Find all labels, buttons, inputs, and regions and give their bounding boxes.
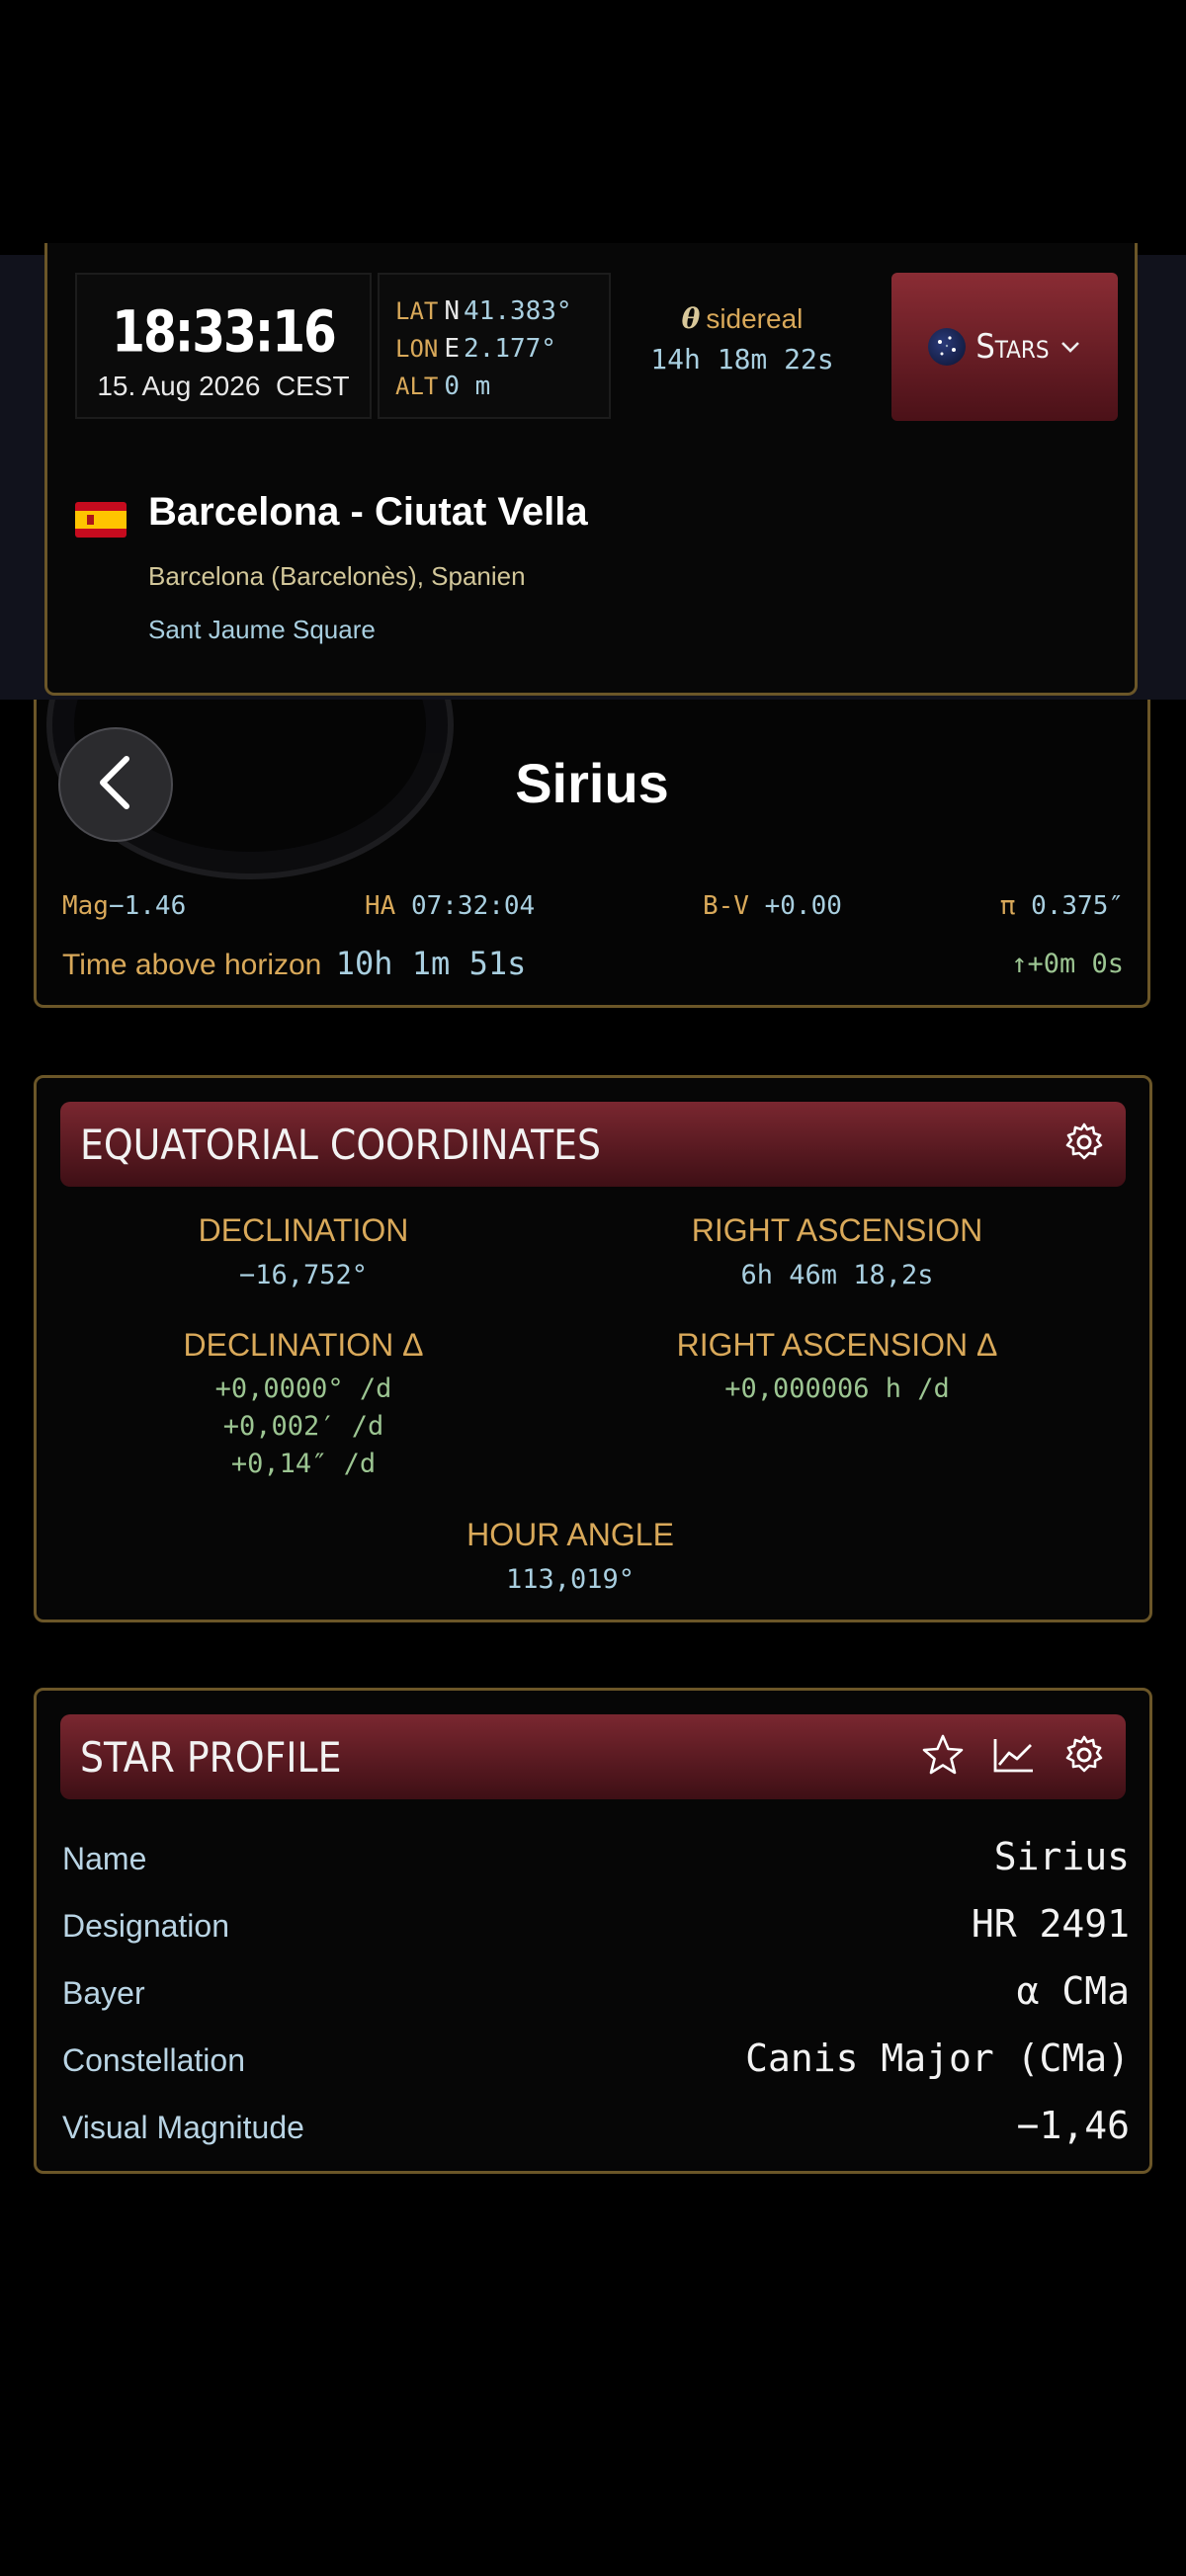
clock-time: 18:33:16	[112, 297, 337, 366]
flag-spain-icon	[75, 502, 127, 538]
observer-panel: 18:33:16 15. Aug 2026 CEST LAT N 41.383° L…	[44, 243, 1138, 696]
sidereal-label: θ sidereal	[619, 302, 866, 335]
bv-label: B-V	[703, 891, 749, 921]
lon-dir: E	[444, 334, 461, 364]
equatorial-card-header: EQUATORIAL COORDINATES	[60, 1102, 1126, 1187]
profile-key: Constellation	[62, 2042, 245, 2078]
gear-icon[interactable]	[1062, 1733, 1106, 1782]
lon-value: 2.177°	[464, 334, 556, 364]
geo-coordinates[interactable]: LAT N 41.383° LON E 2.177° ALT 0 m	[378, 273, 611, 419]
star-favorite-icon[interactable]	[920, 1733, 966, 1782]
chevron-down-icon	[1059, 334, 1081, 360]
theta-symbol: θ	[681, 302, 701, 335]
star-profile-card: STAR PROFILE Name Sirius Designation HR …	[34, 1688, 1152, 2174]
location-place: Sant Jaume Square	[148, 615, 376, 644]
time-above-label: Time above horizon	[62, 949, 322, 981]
lat-label: LAT	[395, 297, 439, 325]
clock-date: 15. Aug 2026 CEST	[77, 371, 370, 402]
declination-delta-values: +0,0000° /d +0,002′ /d +0,14″ /d	[37, 1371, 570, 1483]
profile-title: STAR PROFILE	[80, 1732, 342, 1782]
profile-key: Name	[62, 1841, 147, 1876]
parallax-stat: π 0.375″	[1000, 891, 1124, 921]
gear-icon[interactable]	[1062, 1121, 1106, 1169]
sidereal-time: θ sidereal 14h 18m 22s	[619, 273, 866, 419]
profile-row-designation: Designation HR 2491	[62, 1902, 1130, 1946]
right-ascension-value: 6h 46m 18,2s	[740, 1260, 934, 1290]
date-text: 15. Aug 2026	[97, 371, 261, 401]
catalog-label: Stars	[975, 327, 1050, 367]
right-ascension-delta-value: +0,000006 h /d	[724, 1373, 950, 1404]
location-title[interactable]: Barcelona - Ciutat Vella	[148, 490, 588, 535]
chart-icon[interactable]	[991, 1735, 1037, 1780]
profile-value: −1,46	[1016, 2104, 1130, 2147]
profile-row-bayer: Bayer α CMa	[62, 1969, 1130, 2013]
hour-angle-label: HOUR ANGLE	[466, 1517, 674, 1552]
profile-row-name: Name Sirius	[62, 1835, 1130, 1878]
profile-row-visual-magnitude: Visual Magnitude −1,46	[62, 2104, 1130, 2147]
alt-value: 0 m	[444, 372, 491, 401]
hour-angle-stat: HA 07:32:04	[365, 891, 535, 921]
ha-label: HA	[365, 891, 396, 921]
alt-row: ALT 0 m	[395, 368, 609, 405]
profile-value: Sirius	[993, 1835, 1130, 1878]
mag-value: −1.46	[108, 891, 187, 921]
right-ascension-delta-label: RIGHT ASCENSION Δ	[676, 1327, 998, 1363]
time-above-horizon: Time above horizon 10h 1m 51s	[62, 945, 526, 982]
sidereal-value: 14h 18m 22s	[650, 343, 834, 375]
lat-value: 41.383°	[464, 296, 572, 326]
ha-value: 07:32:04	[410, 891, 536, 921]
profile-value: Canis Major (CMa)	[745, 2036, 1130, 2080]
lat-dir: N	[444, 296, 461, 326]
profile-key: Bayer	[62, 1975, 145, 2011]
rise-delta-value: +0m 0s	[1027, 949, 1124, 979]
lat-row: LAT N 41.383°	[395, 292, 609, 330]
equatorial-header-icons	[1062, 1102, 1106, 1187]
hour-angle-value: 113,019°	[505, 1564, 635, 1595]
timezone-text: CEST	[275, 371, 350, 401]
equatorial-coordinates-card: EQUATORIAL COORDINATES DECLINATION −16,7…	[34, 1075, 1152, 1622]
alt-label: ALT	[395, 373, 439, 400]
declination-label: DECLINATION	[198, 1212, 409, 1248]
dec-delta-deg: +0,0000° /d	[214, 1373, 392, 1404]
parallax-label: π	[999, 891, 1016, 921]
declination-value: −16,752°	[238, 1260, 369, 1290]
profile-row-constellation: Constellation Canis Major (CMa)	[62, 2036, 1130, 2080]
lon-row: LON E 2.177°	[395, 330, 609, 368]
mag-label: Mag	[62, 891, 109, 921]
dec-delta-arcmin: +0,002′ /d	[222, 1411, 384, 1442]
bv-value: +0.00	[764, 891, 842, 921]
profile-key: Visual Magnitude	[62, 2110, 304, 2145]
profile-value: α CMa	[1016, 1969, 1130, 2013]
catalog-select-button[interactable]: Stars	[891, 273, 1118, 421]
constellation-icon	[928, 328, 967, 366]
star-title: Sirius	[515, 752, 669, 814]
rise-delta: ↑+0m 0s	[1011, 949, 1124, 979]
declination-delta-label: DECLINATION Δ	[183, 1327, 424, 1363]
location-region: Barcelona (Barcelonès), Spanien	[148, 561, 526, 591]
profile-card-header: STAR PROFILE	[60, 1714, 1126, 1799]
arrow-up-icon: ↑	[1011, 949, 1028, 979]
right-ascension-label: RIGHT ASCENSION	[691, 1212, 983, 1248]
profile-header-icons	[920, 1714, 1106, 1799]
sidereal-word: sidereal	[706, 303, 804, 334]
profile-value: HR 2491	[971, 1902, 1130, 1946]
color-index-stat: B-V +0.00	[703, 891, 842, 921]
lon-label: LON	[395, 335, 439, 363]
magnitude-stat: Mag−1.46	[62, 891, 186, 921]
profile-key: Designation	[62, 1908, 229, 1944]
clock-box: 18:33:16 15. Aug 2026 CEST	[75, 273, 372, 419]
time-above-value: 10h 1m 51s	[335, 945, 527, 982]
equatorial-title: EQUATORIAL COORDINATES	[80, 1120, 602, 1169]
parallax-value: 0.375″	[1031, 891, 1124, 921]
dec-delta-arcsec: +0,14″ /d	[230, 1449, 377, 1479]
star-summary-card: Sirius Mag−1.46 HA 07:32:04 B-V +0.00 π …	[34, 700, 1150, 1008]
